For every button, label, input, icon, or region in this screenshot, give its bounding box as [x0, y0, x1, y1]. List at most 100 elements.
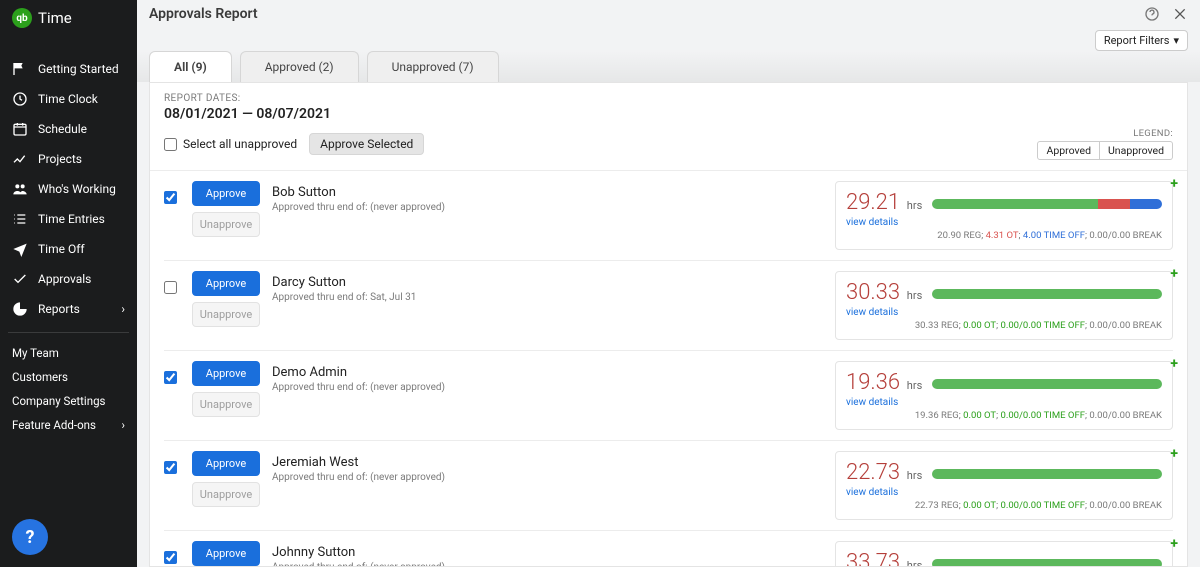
employee-name: Bob Sutton: [272, 181, 445, 200]
sidebar-item-label: Who's Working: [38, 182, 116, 196]
row-checkbox[interactable]: [164, 551, 177, 564]
view-details-link[interactable]: view details: [846, 307, 922, 318]
chevron-right-icon: ›: [121, 302, 125, 316]
hours-unit: hrs: [904, 559, 922, 567]
legend-approved[interactable]: Approved: [1037, 141, 1100, 160]
view-details-link[interactable]: view details: [846, 217, 922, 228]
check-icon: [12, 271, 28, 287]
row-checkbox[interactable]: [164, 461, 177, 474]
sidebar-item-time-off[interactable]: Time Off: [0, 234, 137, 264]
sidebar-item-label: Time Off: [38, 242, 85, 256]
approval-row: ApproveUnapproveDarcy SuttonApproved thr…: [164, 261, 1173, 351]
hours-summary: +30.33 hrsview details30.33 REG; 0.00 OT…: [835, 271, 1173, 340]
expand-icon[interactable]: +: [1170, 446, 1178, 462]
expand-icon[interactable]: +: [1170, 266, 1178, 282]
unapprove-button[interactable]: Unapprove: [192, 302, 260, 327]
sidebar-item-time-clock[interactable]: Time Clock: [0, 84, 137, 114]
approved-thru-text: Approved thru end of: Sat, Jul 31: [272, 292, 416, 303]
legend-unapproved[interactable]: Unapproved: [1100, 141, 1173, 160]
row-checkbox[interactable]: [164, 281, 177, 294]
hours-unit: hrs: [904, 199, 922, 212]
help-icon[interactable]: [1144, 6, 1160, 22]
chart-icon: [12, 151, 28, 167]
view-details-link[interactable]: view details: [846, 397, 922, 408]
sidebar-item-time-entries[interactable]: Time Entries: [0, 204, 137, 234]
report-filters-label: Report Filters: [1104, 34, 1170, 47]
approve-button[interactable]: Approve: [192, 451, 260, 476]
unapprove-button[interactable]: Unapprove: [192, 392, 260, 417]
expand-icon[interactable]: +: [1170, 536, 1178, 552]
hours-bar: [932, 469, 1162, 479]
flag-icon: [12, 61, 28, 77]
legend-title: LEGEND:: [1133, 128, 1173, 139]
report-dates-value: 08/01/2021 — 08/07/2021: [164, 106, 1173, 122]
help-button[interactable]: ?: [12, 519, 48, 555]
sidebar-item-whos-working[interactable]: Who's Working: [0, 174, 137, 204]
tab-all[interactable]: All (9): [149, 51, 232, 82]
hours-unit: hrs: [904, 469, 922, 482]
brand-logo-icon: qb: [12, 8, 32, 28]
sidebar-sub-label: Customers: [12, 370, 68, 384]
approve-button[interactable]: Approve: [192, 361, 260, 386]
expand-icon[interactable]: +: [1170, 176, 1178, 192]
sidebar-item-label: Approvals: [38, 272, 91, 286]
approve-button[interactable]: Approve: [192, 181, 260, 206]
hours-unit: hrs: [904, 379, 922, 392]
sidebar-sub-company-settings[interactable]: Company Settings: [0, 389, 137, 413]
unapprove-button[interactable]: Unapprove: [192, 482, 260, 507]
hours-bar: [932, 379, 1162, 389]
tab-label: Approved (2): [265, 60, 334, 74]
calendar-icon: [12, 121, 28, 137]
hours-breakdown: 30.33 REG; 0.00 OT; 0.00/0.00 TIME OFF; …: [846, 320, 1162, 331]
sidebar-sub-my-team[interactable]: My Team: [0, 341, 137, 365]
report-filters-button[interactable]: Report Filters ▾: [1095, 30, 1188, 51]
employee-name: Johnny Sutton: [272, 541, 445, 560]
hours-bar: [932, 559, 1162, 567]
hours-value: 22.73: [846, 460, 900, 485]
sidebar-item-label: Projects: [38, 152, 82, 166]
question-icon: ?: [26, 527, 35, 548]
sidebar-item-label: Schedule: [38, 122, 87, 136]
sidebar-item-projects[interactable]: Projects: [0, 144, 137, 174]
brand-name: Time: [38, 9, 72, 27]
row-checkbox[interactable]: [164, 191, 177, 204]
hours-breakdown: 19.36 REG; 0.00 OT; 0.00/0.00 TIME OFF; …: [846, 410, 1162, 421]
expand-icon[interactable]: +: [1170, 356, 1178, 372]
tab-approved[interactable]: Approved (2): [240, 51, 359, 82]
hours-value: 30.33: [846, 280, 900, 305]
sidebar-sub-customers[interactable]: Customers: [0, 365, 137, 389]
select-all-unapproved[interactable]: Select all unapproved: [164, 137, 297, 151]
report-panel: REPORT DATES: 08/01/2021 — 08/07/2021 Se…: [149, 82, 1188, 567]
close-icon[interactable]: [1172, 6, 1188, 22]
approval-row: ApproveUnapproveJeremiah WestApproved th…: [164, 441, 1173, 531]
approve-selected-button[interactable]: Approve Selected: [309, 133, 424, 155]
row-checkbox[interactable]: [164, 371, 177, 384]
sidebar-item-label: Getting Started: [38, 62, 119, 76]
chevron-down-icon: ▾: [1173, 34, 1179, 47]
view-details-link[interactable]: view details: [846, 487, 922, 498]
sidebar-item-reports[interactable]: Reports ›: [0, 294, 137, 324]
tab-unapproved[interactable]: Unapproved (7): [367, 51, 499, 82]
report-dates-label: REPORT DATES:: [164, 93, 1173, 104]
hours-bar: [932, 289, 1162, 299]
sidebar: qb Time Getting Started Time Clock Sched…: [0, 0, 137, 567]
titlebar: Approvals Report: [137, 0, 1200, 28]
sidebar-item-getting-started[interactable]: Getting Started: [0, 54, 137, 84]
chevron-right-icon: ›: [122, 418, 125, 432]
select-all-checkbox[interactable]: [164, 138, 177, 151]
approve-button[interactable]: Approve: [192, 541, 260, 566]
sidebar-item-approvals[interactable]: Approvals: [0, 264, 137, 294]
pie-icon: [12, 301, 28, 317]
hours-summary: +22.73 hrsview details22.73 REG; 0.00 OT…: [835, 451, 1173, 520]
sidebar-item-schedule[interactable]: Schedule: [0, 114, 137, 144]
plane-icon: [12, 241, 28, 257]
approve-button[interactable]: Approve: [192, 271, 260, 296]
sidebar-sub-feature-addons[interactable]: Feature Add-ons ›: [0, 413, 137, 437]
main: Approvals Report Report Filters ▾ All (9…: [137, 0, 1200, 567]
hours-breakdown: 20.90 REG; 4.31 OT; 4.00 TIME OFF; 0.00/…: [846, 230, 1162, 241]
unapprove-button[interactable]: Unapprove: [192, 212, 260, 237]
hours-summary: +33.73 hrsview details33.73 REG; 0.00 OT…: [835, 541, 1173, 567]
hours-breakdown: 22.73 REG; 0.00 OT; 0.00/0.00 TIME OFF; …: [846, 500, 1162, 511]
approved-thru-text: Approved thru end of: (never approved): [272, 562, 445, 567]
sidebar-item-label: Time Entries: [38, 212, 105, 226]
